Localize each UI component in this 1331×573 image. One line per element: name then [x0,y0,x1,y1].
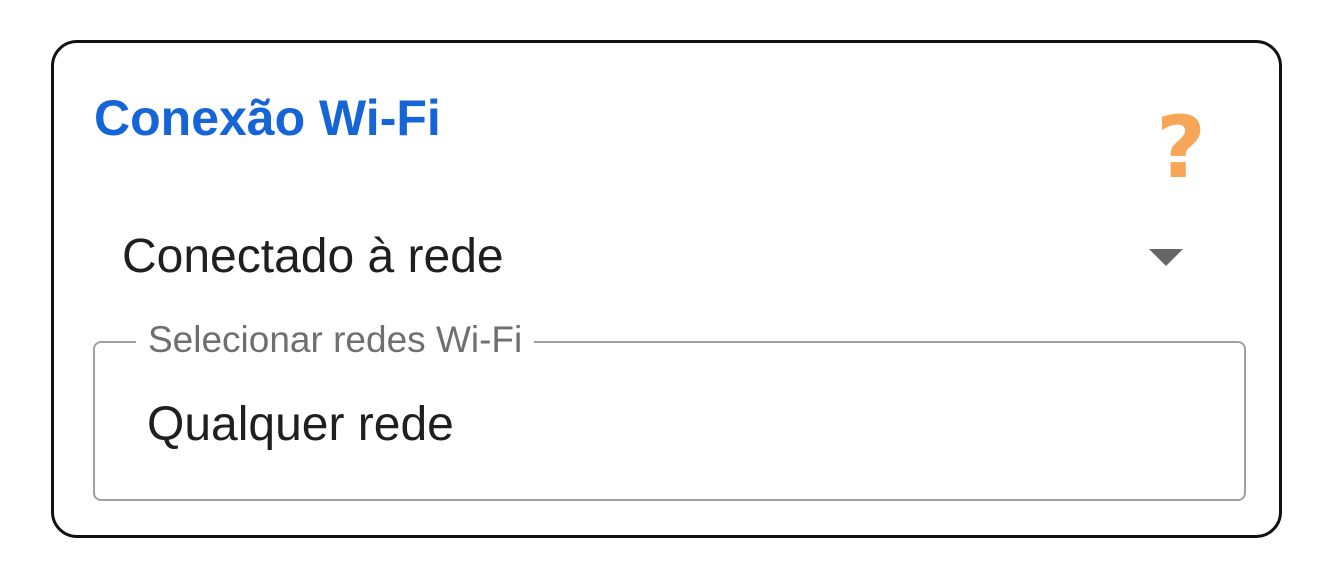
connection-status-dropdown[interactable]: Conectado à rede [94,213,1204,303]
wifi-network-select-field[interactable]: Selecionar redes Wi-Fi Qualquer rede [93,317,1246,501]
chevron-down-icon [1149,249,1183,266]
wifi-network-field-value: Qualquer rede [147,398,454,451]
card-title: Conexão Wi-Fi [94,90,441,146]
wifi-network-field-label: Selecionar redes Wi-Fi [136,317,535,363]
connection-status-value: Conectado à rede [122,230,504,283]
help-icon[interactable]: ? [1149,103,1213,193]
wifi-connection-card: Conexão Wi-Fi ? Conectado à rede Selecio… [51,40,1282,538]
